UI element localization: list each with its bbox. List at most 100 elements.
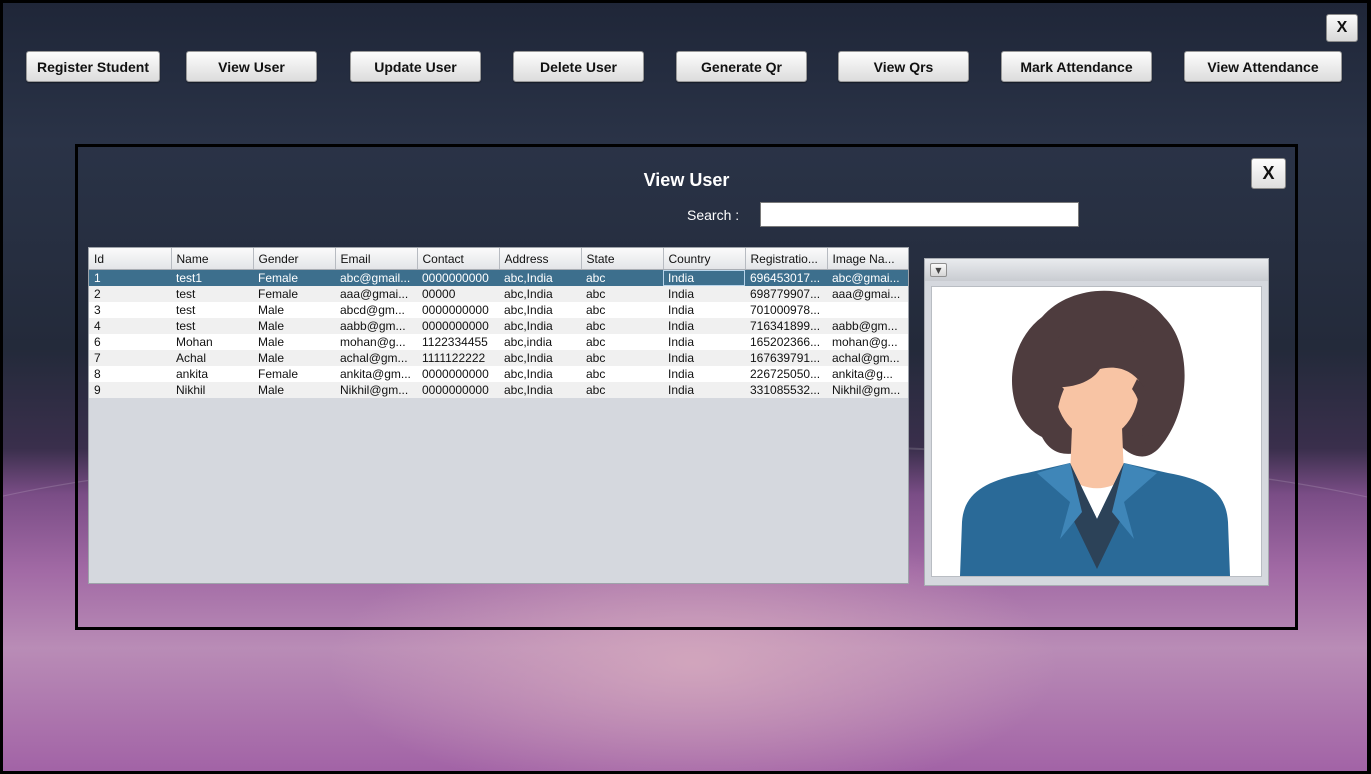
- table-cell: 6: [89, 334, 171, 350]
- table-cell: 0000000000: [417, 269, 499, 286]
- users-table-container[interactable]: Id Name Gender Email Contact Address State Coun…: [88, 247, 909, 584]
- table-cell: 2: [89, 286, 171, 302]
- table-cell: India: [663, 269, 745, 286]
- table-cell: Nikhil@gm...: [827, 382, 908, 398]
- table-cell: 0000000000: [417, 382, 499, 398]
- table-cell: test: [171, 318, 253, 334]
- user-photo-frame: [931, 286, 1262, 577]
- table-cell: abc,India: [499, 318, 581, 334]
- table-cell: 1: [89, 269, 171, 286]
- app-background: X Register Student View User Update User…: [3, 3, 1367, 771]
- table-cell: Male: [253, 334, 335, 350]
- table-cell: India: [663, 318, 745, 334]
- table-cell: 7: [89, 350, 171, 366]
- table-cell: mohan@g...: [827, 334, 908, 350]
- view-attendance-button[interactable]: View Attendance: [1184, 51, 1342, 82]
- image-toolbar: ▼: [925, 259, 1268, 281]
- generate-qr-button[interactable]: Generate Qr: [676, 51, 807, 82]
- column-header[interactable]: Gender: [253, 248, 336, 270]
- table-cell: 3: [89, 302, 171, 318]
- table-cell: abc,India: [499, 366, 581, 382]
- table-cell: ankita@gm...: [335, 366, 417, 382]
- dialog-title: View User: [643, 170, 730, 190]
- table-cell: 8: [89, 366, 171, 382]
- table-cell: 9: [89, 382, 171, 398]
- table-cell: 0000000000: [417, 302, 499, 318]
- table-row[interactable]: 2 test Female aaa@gmai... 00000 abc,India abc I…: [89, 286, 908, 302]
- table-cell: test: [171, 286, 253, 302]
- table-cell: [827, 302, 908, 318]
- column-header[interactable]: State: [581, 248, 664, 270]
- table-cell: 716341899...: [745, 318, 827, 334]
- view-user-button[interactable]: View User: [186, 51, 317, 82]
- table-cell: 1122334455: [417, 334, 499, 350]
- table-cell: aaa@gmai...: [335, 286, 417, 302]
- view-qrs-button[interactable]: View Qrs: [838, 51, 969, 82]
- table-cell: Nikhil@gm...: [335, 382, 417, 398]
- register-student-button[interactable]: Register Student: [26, 51, 160, 82]
- female-avatar-illustration: [960, 290, 1230, 576]
- table-body: 1 test1 Female abc@gmail... 0000000000 abc,In…: [89, 269, 908, 398]
- dialog-close-button[interactable]: X: [1251, 158, 1286, 189]
- table-cell: Nikhil: [171, 382, 253, 398]
- table-cell: ankita: [171, 366, 253, 382]
- table-cell: 1111122222: [417, 350, 499, 366]
- app-close-button[interactable]: X: [1326, 14, 1358, 42]
- mark-attendance-button[interactable]: Mark Attendance: [1001, 51, 1152, 82]
- table-cell: abc,India: [499, 350, 581, 366]
- search-label: Search :: [687, 207, 740, 223]
- table-cell: aabb@gm...: [335, 318, 417, 334]
- update-user-button[interactable]: Update User: [350, 51, 481, 82]
- table-cell: Achal: [171, 350, 253, 366]
- table-cell: 00000: [417, 286, 499, 302]
- column-header[interactable]: Id: [89, 248, 172, 270]
- table-cell: 0000000000: [417, 366, 499, 382]
- table-row[interactable]: 8 ankita Female ankita@gm... 0000000000 abc,I…: [89, 366, 908, 382]
- table-row[interactable]: 7 Achal Male achal@gm... 1111122222 abc,India…: [89, 350, 908, 366]
- table-cell: abc: [581, 382, 663, 398]
- table-row[interactable]: 9 Nikhil Male Nikhil@gm... 0000000000 abc,Ind…: [89, 382, 908, 398]
- table-row[interactable]: 1 test1 Female abc@gmail... 0000000000 abc,In…: [89, 269, 908, 286]
- table-cell: abcd@gm...: [335, 302, 417, 318]
- table-cell: 698779907...: [745, 286, 827, 302]
- table-row[interactable]: 4 test Male aabb@gm... 0000000000 abc,India ab…: [89, 318, 908, 334]
- users-table: Id Name Gender Email Contact Address State Coun…: [89, 248, 908, 398]
- search-input[interactable]: [760, 202, 1079, 227]
- table-cell: abc,India: [499, 382, 581, 398]
- table-cell: Mohan: [171, 334, 253, 350]
- table-cell: abc@gmail...: [335, 269, 417, 286]
- table-cell: abc: [581, 334, 663, 350]
- table-cell: 701000978...: [745, 302, 827, 318]
- table-cell: abc: [581, 302, 663, 318]
- table-cell: Male: [253, 382, 335, 398]
- table-row[interactable]: 3 test Male abcd@gm... 0000000000 abc,India ab…: [89, 302, 908, 318]
- triangle-down-icon[interactable]: ▼: [930, 263, 947, 277]
- table-cell: Female: [253, 366, 335, 382]
- table-cell: India: [663, 366, 745, 382]
- column-header[interactable]: Image Na...: [827, 248, 908, 270]
- delete-user-button[interactable]: Delete User: [513, 51, 644, 82]
- table-cell: Male: [253, 318, 335, 334]
- table-cell: ankita@g...: [827, 366, 908, 382]
- table-cell: 331085532...: [745, 382, 827, 398]
- table-cell: 696453017...: [745, 269, 827, 286]
- column-header[interactable]: Country: [663, 248, 746, 270]
- table-cell: achal@gm...: [827, 350, 908, 366]
- table-cell: Male: [253, 302, 335, 318]
- column-header[interactable]: Address: [499, 248, 582, 270]
- column-header[interactable]: Registratio...: [745, 248, 828, 270]
- table-cell: abc,India: [499, 302, 581, 318]
- table-cell: abc@gmai...: [827, 269, 908, 286]
- column-header[interactable]: Name: [171, 248, 254, 270]
- table-cell: aabb@gm...: [827, 318, 908, 334]
- table-cell: Male: [253, 350, 335, 366]
- table-cell: abc: [581, 269, 663, 286]
- table-cell: Female: [253, 269, 335, 286]
- table-cell: abc: [581, 286, 663, 302]
- table-row[interactable]: 6 Mohan Male mohan@g... 1122334455 abc,india a…: [89, 334, 908, 350]
- table-cell: abc,India: [499, 269, 581, 286]
- table-cell: India: [663, 302, 745, 318]
- view-user-dialog: View User X Search : Id Name Gender Email Co…: [75, 144, 1298, 630]
- column-header[interactable]: Email: [335, 248, 418, 270]
- column-header[interactable]: Contact: [417, 248, 500, 270]
